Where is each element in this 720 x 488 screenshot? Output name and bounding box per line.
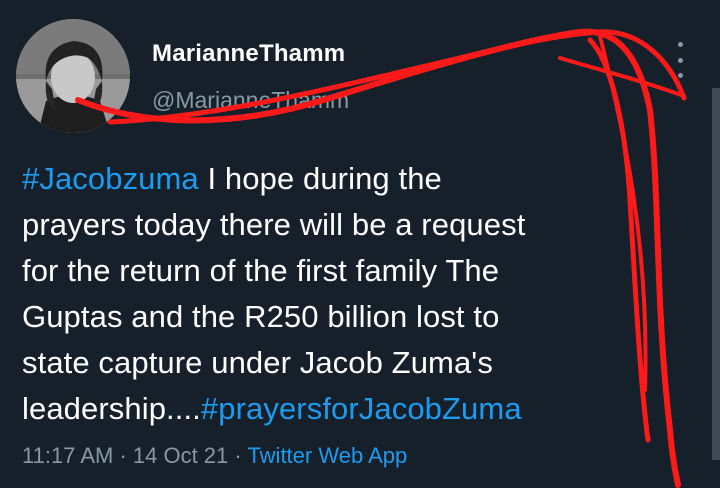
scrollbar[interactable] [712, 88, 720, 460]
tweet-time[interactable]: 11:17 AM [22, 443, 113, 468]
tweet-line: prayers today there will be a request [22, 207, 526, 242]
meta-separator: · [113, 443, 133, 468]
hashtag-link[interactable]: #Jacobzuma [22, 161, 199, 196]
tweet-source[interactable]: Twitter Web App [247, 443, 407, 468]
author-handle[interactable]: @MarianneThamm [152, 87, 349, 114]
tweet-line: leadership....#prayersforJacobZuma [22, 391, 522, 426]
more-vertical-icon [677, 42, 683, 47]
tweet-line: #Jacobzuma I hope during the [22, 161, 442, 196]
author-display-name[interactable]: MarianneThamm [152, 40, 345, 68]
more-options-button[interactable] [670, 40, 690, 80]
tweet-date[interactable]: 14 Oct 21 [133, 443, 228, 468]
hashtag-link[interactable]: #prayersforJacobZuma [201, 391, 522, 426]
tweet-meta: 11:17 AM · 14 Oct 21 · Twitter Web App [22, 443, 407, 469]
tweet-line: Guptas and the R250 billion lost to [22, 299, 500, 334]
tweet-line: state capture under Jacob Zuma's [22, 345, 493, 380]
tweet-line: for the return of the first family The [22, 253, 500, 288]
tweet-text: #Jacobzuma I hope during the prayers tod… [22, 156, 662, 432]
meta-separator: · [228, 443, 248, 468]
avatar[interactable] [16, 19, 130, 133]
profile-photo [16, 19, 130, 133]
